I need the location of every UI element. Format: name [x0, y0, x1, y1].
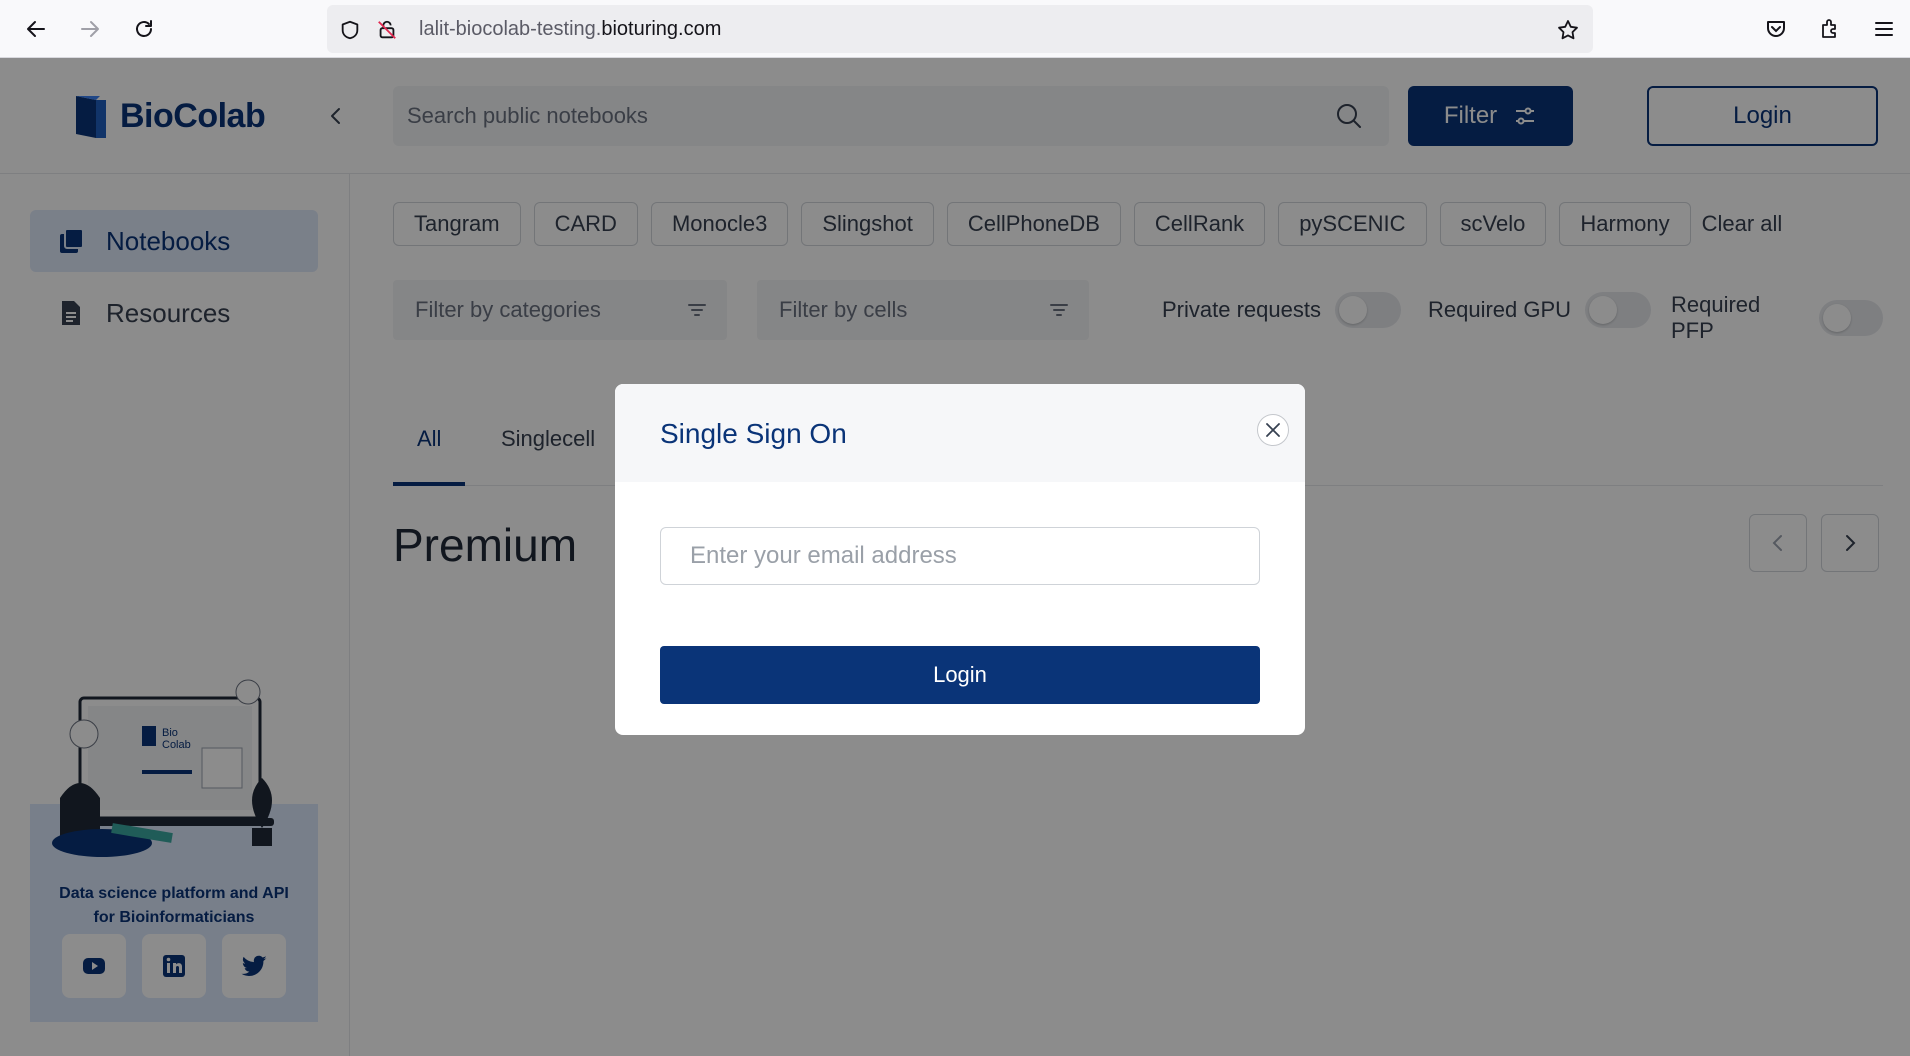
- extensions-icon[interactable]: [1815, 14, 1845, 44]
- modal-close-button[interactable]: [1257, 414, 1289, 446]
- shield-icon[interactable]: [337, 17, 363, 43]
- address-bar[interactable]: lalit-biocolab-testing.bioturing.com: [327, 5, 1593, 53]
- insecure-lock-icon[interactable]: [374, 17, 400, 43]
- email-field[interactable]: [660, 527, 1260, 585]
- close-icon: [1266, 423, 1280, 437]
- modal-header: Single Sign On: [615, 384, 1305, 482]
- sso-modal: Single Sign On Login: [615, 384, 1305, 735]
- menu-icon[interactable]: [1869, 14, 1899, 44]
- reload-icon[interactable]: [129, 14, 159, 44]
- forward-arrow-icon[interactable]: [75, 14, 105, 44]
- url-text: lalit-biocolab-testing.bioturing.com: [419, 18, 722, 40]
- back-arrow-icon[interactable]: [21, 14, 51, 44]
- browser-toolbar: lalit-biocolab-testing.bioturing.com: [0, 0, 1910, 58]
- pocket-icon[interactable]: [1761, 14, 1791, 44]
- modal-title: Single Sign On: [660, 418, 847, 449]
- sso-login-button[interactable]: Login: [660, 646, 1260, 704]
- bookmark-star-icon[interactable]: [1555, 17, 1581, 43]
